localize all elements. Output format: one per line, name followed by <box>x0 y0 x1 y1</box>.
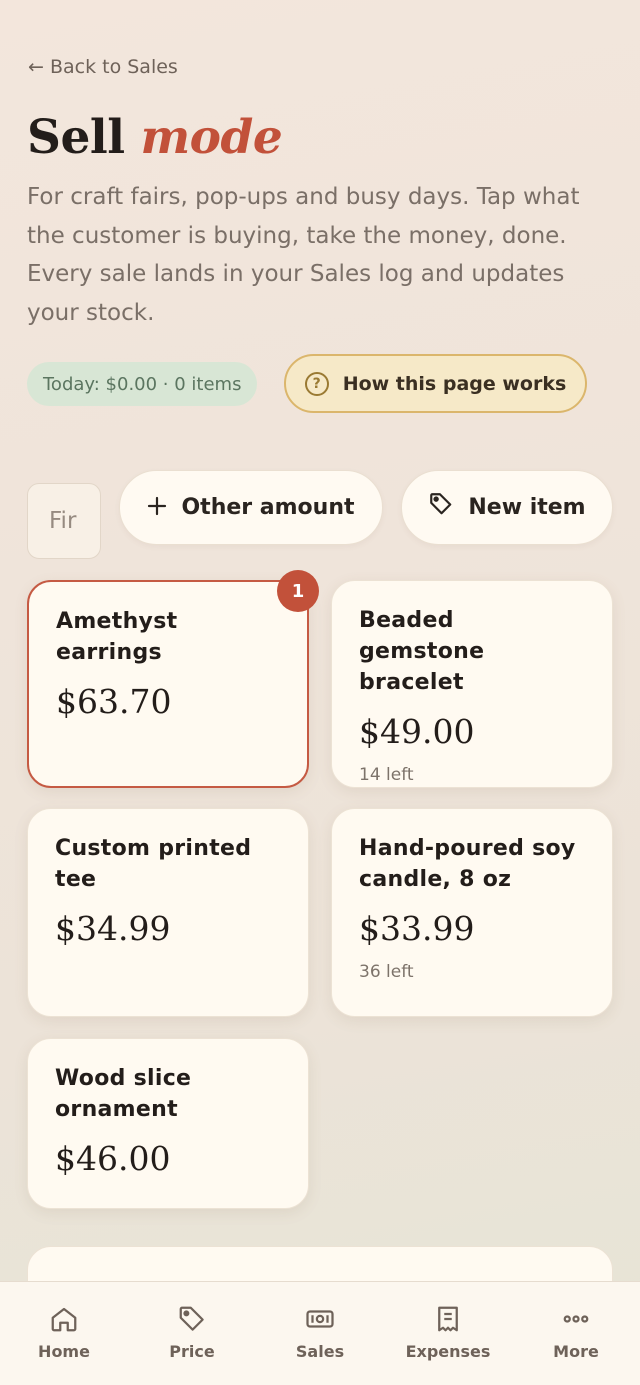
question-icon: ? <box>304 371 329 396</box>
help-label: How this page works <box>342 372 567 395</box>
product-card[interactable]: Wood slice ornament $46.00 <box>27 1038 309 1209</box>
new-item-button[interactable]: New item <box>401 470 613 545</box>
page-subtitle: For craft fairs, pop-ups and busy days. … <box>27 184 580 326</box>
tab-price[interactable]: Price <box>128 1282 256 1385</box>
product-price: $34.99 <box>55 909 171 948</box>
product-stock: 36 left <box>359 962 414 982</box>
tab-label: More <box>553 1342 599 1361</box>
cart-count-badge: 1 <box>277 570 319 612</box>
title-main: Sell <box>27 110 125 165</box>
receipt-icon <box>438 1306 458 1332</box>
bottom-tab-bar: Home Price Sales Expenses More <box>0 1281 640 1385</box>
today-summary-badge: Today: $0.00 · 0 items <box>27 362 258 406</box>
tag-icon <box>428 491 454 524</box>
back-to-sales-link[interactable]: ← Back to Sales <box>28 56 178 78</box>
tab-expenses[interactable]: Expenses <box>384 1282 512 1385</box>
cash-icon <box>306 1310 334 1328</box>
product-name: Wood slice ornament <box>55 1066 192 1122</box>
tab-home[interactable]: Home <box>0 1282 128 1385</box>
other-amount-label: Other amount <box>181 495 355 520</box>
tab-sales[interactable]: Sales <box>256 1282 384 1385</box>
product-price: $63.70 <box>56 682 172 721</box>
home-icon <box>51 1307 77 1332</box>
product-name: Amethyst earrings <box>56 609 178 665</box>
tab-label: Expenses <box>405 1342 491 1361</box>
how-page-works-button[interactable]: ? How this page works <box>284 354 587 413</box>
tab-label: Home <box>38 1342 90 1361</box>
product-price: $33.99 <box>359 909 475 948</box>
product-price: $49.00 <box>359 712 475 751</box>
tab-label: Sales <box>295 1342 345 1361</box>
search-input[interactable]: Fir <box>27 483 101 559</box>
product-card[interactable]: Custom printed tee $34.99 <box>27 808 309 1017</box>
title-accent: mode <box>140 110 283 165</box>
product-card[interactable]: Amethyst earrings $63.70 1 <box>27 570 319 788</box>
product-name: Hand-poured soy candle, 8 oz <box>359 836 576 892</box>
product-name: Beaded gemstone bracelet <box>359 608 485 695</box>
new-item-label: New item <box>468 495 586 520</box>
product-card[interactable]: Beaded gemstone bracelet $49.00 14 left <box>331 580 613 788</box>
product-card[interactable]: Hand-poured soy candle, 8 oz $33.99 36 l… <box>331 808 613 1017</box>
tab-more[interactable]: More <box>512 1282 640 1385</box>
product-price: $46.00 <box>55 1139 171 1178</box>
more-icon <box>563 1315 589 1323</box>
page-title: Sell mode <box>27 110 283 165</box>
tab-label: Price <box>169 1342 215 1361</box>
tag-icon <box>179 1306 204 1331</box>
plus-icon <box>147 493 167 523</box>
product-name: Custom printed tee <box>55 836 252 892</box>
other-amount-button[interactable]: Other amount <box>119 470 383 545</box>
product-stock: 14 left <box>359 765 414 785</box>
